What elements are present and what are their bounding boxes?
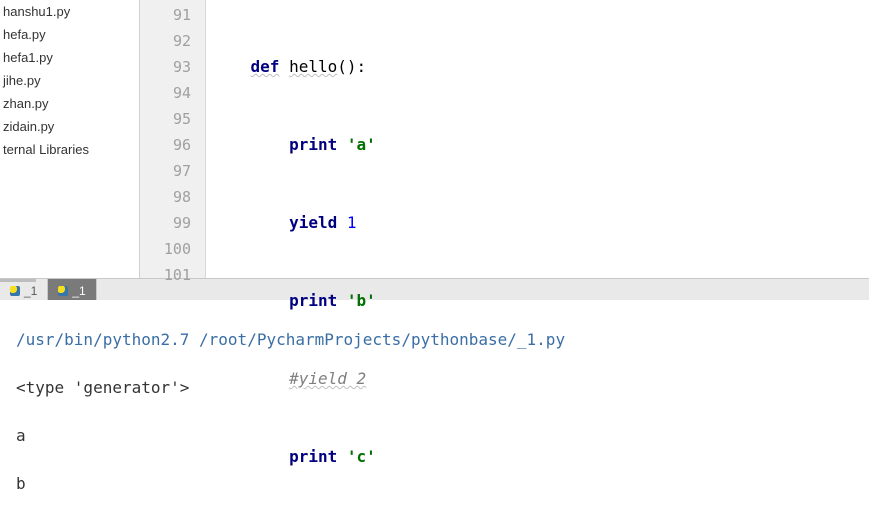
- line-number: 95: [140, 106, 191, 132]
- line-number: 94: [140, 80, 191, 106]
- tree-item[interactable]: hefa.py: [0, 23, 139, 46]
- line-number: 98: [140, 184, 191, 210]
- tree-item[interactable]: hefa1.py: [0, 46, 139, 69]
- run-tab-label: _1: [24, 284, 37, 298]
- horizontal-scrollbar[interactable]: [0, 279, 36, 282]
- line-number-gutter[interactable]: 91 92 93 94 95 96 97 98 99 100 101: [140, 0, 206, 278]
- line-number: 99: [140, 210, 191, 236]
- run-tab[interactable]: _1: [0, 279, 48, 300]
- python-icon: [10, 286, 20, 296]
- line-number: 96: [140, 132, 191, 158]
- line-number: 91: [140, 2, 191, 28]
- line-number: 100: [140, 236, 191, 262]
- line-number: 101: [140, 262, 191, 288]
- run-tab-label: _1: [72, 284, 85, 298]
- tree-item[interactable]: hanshu1.py: [0, 0, 139, 23]
- line-number: 97: [140, 158, 191, 184]
- run-tab-active[interactable]: _1: [48, 279, 96, 300]
- tree-item[interactable]: zhan.py: [0, 92, 139, 115]
- tree-item[interactable]: jihe.py: [0, 69, 139, 92]
- project-tree[interactable]: hanshu1.py hefa.py hefa1.py jihe.py zhan…: [0, 0, 140, 278]
- tree-item[interactable]: zidain.py: [0, 115, 139, 138]
- editor-area: hanshu1.py hefa.py hefa1.py jihe.py zhan…: [0, 0, 869, 278]
- tree-item-libraries[interactable]: ternal Libraries: [0, 138, 139, 161]
- line-number: 92: [140, 28, 191, 54]
- line-number: 93: [140, 54, 191, 80]
- python-icon: [58, 286, 68, 296]
- code-editor[interactable]: def hello(): print 'a' yield 1 print 'b'…: [206, 0, 869, 278]
